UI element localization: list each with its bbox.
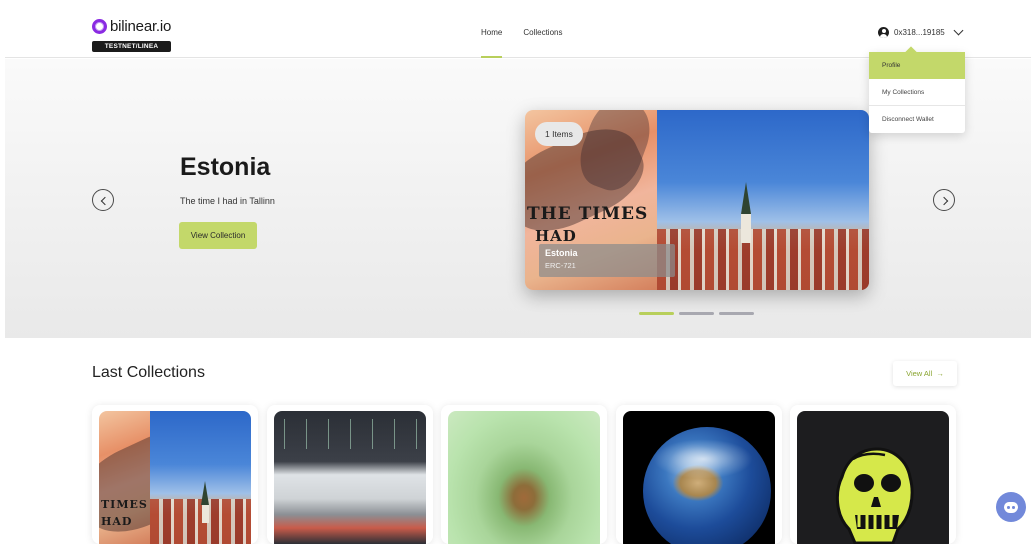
tallinn-photo — [657, 110, 869, 290]
newspaper-text: HAD — [101, 515, 133, 528]
carousel-dot[interactable] — [679, 312, 714, 315]
carousel-dot[interactable] — [639, 312, 674, 315]
discord-icon — [1004, 501, 1018, 513]
hero-title: Estonia — [180, 153, 271, 181]
nav-home[interactable]: Home — [481, 28, 503, 58]
church-spire — [741, 182, 751, 214]
collection-thumbnail — [448, 411, 600, 544]
tallinn-photo — [150, 411, 251, 544]
newspaper-text: TIMES — [101, 498, 148, 511]
card-collection-name: Estonia — [545, 248, 578, 258]
user-circle-icon — [878, 27, 889, 38]
arrow-right-icon: → — [934, 369, 944, 378]
collection-card[interactable] — [441, 405, 607, 544]
dropdown-profile[interactable]: Profile — [869, 52, 965, 79]
card-token-standard: ERC-721 — [545, 261, 576, 270]
carousel-indicators — [639, 312, 754, 315]
church-spire — [201, 481, 209, 505]
carousel-prev-button[interactable] — [92, 189, 114, 211]
collection-card[interactable]: TIMES HAD — [92, 405, 258, 544]
brand-logo[interactable]: bilinear.io — [92, 18, 171, 35]
wallet-menu-button[interactable]: 0x318...19185 — [878, 25, 964, 38]
dropdown-disconnect-wallet[interactable]: Disconnect Wallet — [869, 106, 965, 133]
section-title: Last Collections — [92, 364, 205, 381]
dropdown-my-collections[interactable]: My Collections — [869, 79, 965, 106]
ape-skull-icon — [835, 447, 914, 544]
collection-thumbnail — [797, 411, 949, 544]
collection-thumbnail — [274, 411, 426, 544]
collection-card[interactable] — [267, 405, 433, 544]
collage-photo: TIMES HAD — [99, 411, 150, 544]
wallet-dropdown: Profile My Collections Disconnect Wallet — [869, 52, 965, 133]
collection-card[interactable] — [790, 405, 956, 544]
carousel-dot[interactable] — [719, 312, 754, 315]
items-count-badge: 1 Items — [535, 122, 583, 146]
ceiling-lights — [274, 419, 426, 449]
discord-button[interactable] — [996, 492, 1026, 522]
brand-name: bilinear.io — [110, 18, 172, 35]
carousel-next-button[interactable] — [933, 189, 955, 211]
church-tower — [202, 503, 209, 523]
logo-ring-icon — [92, 19, 107, 34]
nav-collections[interactable]: Collections — [523, 28, 562, 37]
church-tower — [741, 213, 751, 243]
card-caption: Estonia ERC-721 — [539, 244, 675, 277]
view-all-label: View All — [906, 369, 933, 378]
collection-thumbnail — [623, 411, 775, 544]
newspaper-text: HAD — [535, 227, 577, 245]
earth-globe — [643, 427, 771, 544]
featured-collection-card[interactable]: THE TIMES HAD 1 Items Estonia ERC-721 — [525, 110, 869, 290]
view-collection-button[interactable]: View Collection — [179, 222, 257, 249]
view-all-button[interactable]: View All → — [893, 361, 957, 386]
main-nav: Home Collections — [481, 28, 562, 58]
top-navbar: bilinear.io TESTNET/LINEA Home Collectio… — [5, 10, 1031, 58]
collection-thumbnail: TIMES HAD — [99, 411, 251, 544]
page: bilinear.io TESTNET/LINEA Home Collectio… — [0, 0, 1036, 544]
hero-subtitle: The time I had in Tallinn — [180, 196, 275, 206]
wallet-address: 0x318...19185 — [894, 28, 945, 37]
network-badge: TESTNET/LINEA — [92, 41, 171, 52]
rooftops — [150, 498, 251, 544]
collection-card[interactable] — [616, 405, 782, 544]
newspaper-text: THE TIMES — [527, 204, 649, 224]
chevron-down-icon — [953, 25, 964, 36]
rooftops — [657, 228, 869, 290]
